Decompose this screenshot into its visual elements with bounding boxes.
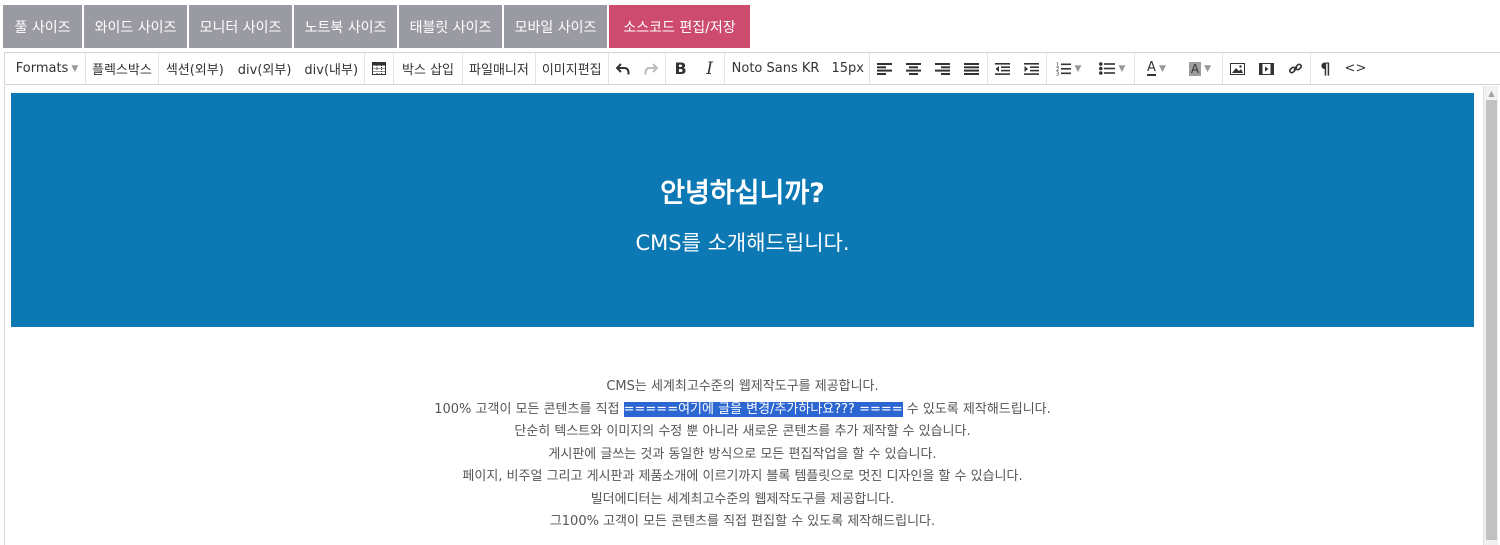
- redo-icon[interactable]: [637, 53, 665, 84]
- content-line: 빌더에디터는 세계최고수준의 웹제작도구를 제공합니다.: [590, 491, 895, 507]
- content-line: 100% 고객이 모든 콘텐츠를 직접 =====여기에 글을 변경/추가하나요…: [11, 399, 1474, 422]
- undo-icon[interactable]: [609, 53, 637, 84]
- table-icon[interactable]: [365, 53, 393, 84]
- section-outer-button[interactable]: 섹션(외부): [159, 53, 231, 84]
- div-outer-button[interactable]: div(외부): [231, 53, 299, 84]
- formats-label: Formats: [15, 61, 69, 76]
- tab-monitor-size[interactable]: 모니터 사이즈: [189, 5, 292, 48]
- bold-button[interactable]: B: [666, 53, 696, 84]
- image-icon[interactable]: [1223, 53, 1252, 84]
- scroll-up-arrow-icon[interactable]: ▲: [1484, 86, 1499, 100]
- content-paragraph[interactable]: CMS는 세계최고수준의 웹제작도구를 제공합니다. 100% 고객이 모든 콘…: [11, 376, 1474, 534]
- font-family-select[interactable]: Noto Sans KR: [725, 53, 827, 84]
- image-edit-button[interactable]: 이미지편집: [536, 53, 608, 84]
- tab-notebook-size[interactable]: 노트북 사이즈: [294, 5, 397, 48]
- scrollbar-thumb[interactable]: [1486, 100, 1497, 540]
- div-inner-button[interactable]: div(내부): [298, 53, 364, 84]
- content-line: 게시판에 글쓰는 것과 동일한 방식으로 모든 편집작업을 할 수 있습니다.: [548, 446, 937, 462]
- content-line: CMS는 세계최고수준의 웹제작도구를 제공합니다.: [606, 379, 879, 394]
- chevron-down-icon: ▼: [1204, 63, 1212, 74]
- svg-text:3: 3: [1056, 71, 1059, 76]
- outdent-icon[interactable]: [988, 53, 1017, 84]
- paragraph-mark-icon[interactable]: ¶: [1311, 53, 1340, 84]
- align-center-icon[interactable]: [899, 53, 928, 84]
- indent-icon[interactable]: [1017, 53, 1046, 84]
- content-line: 페이지, 비주얼 그리고 게시판과 제품소개에 이르기까지 블록 템플릿으로 멋…: [462, 469, 1023, 484]
- file-manager-button[interactable]: 파일매니저: [463, 53, 535, 84]
- formats-dropdown[interactable]: Formats ▼: [9, 53, 85, 84]
- text-color-icon: A: [1147, 60, 1156, 76]
- content-text: 100% 고객이 모든 콘텐츠를 직접: [434, 401, 624, 417]
- numbered-list-icon[interactable]: 123 ▼: [1047, 53, 1091, 84]
- vertical-scrollbar[interactable]: ▲: [1483, 86, 1498, 545]
- align-left-icon[interactable]: [870, 53, 899, 84]
- tab-full-size[interactable]: 풀 사이즈: [3, 5, 82, 48]
- content-text: 수 있도록 제작해드립니다.: [902, 401, 1051, 417]
- video-icon[interactable]: [1252, 53, 1281, 84]
- hero-banner: 안녕하십니까? CMS를 소개해드립니다.: [11, 93, 1474, 327]
- chevron-down-icon: ▼: [1118, 63, 1126, 74]
- italic-button[interactable]: I: [696, 53, 724, 84]
- chevron-down-icon: ▼: [71, 63, 79, 74]
- tab-mobile-size[interactable]: 모바일 사이즈: [504, 5, 607, 48]
- size-tabs: 풀 사이즈 와이드 사이즈 모니터 사이즈 노트북 사이즈 태블릿 사이즈 모바…: [3, 5, 750, 48]
- chevron-down-icon: ▼: [1074, 63, 1082, 74]
- editor-toolbar: Formats ▼ 플렉스박스 섹션(외부) div(외부) div(내부) 박스…: [4, 52, 1500, 85]
- selected-text: =====여기에 글을 변경/추가하나요??? ====: [623, 401, 903, 417]
- content-line: 단순히 텍스트와 이미지의 수정 뿐 아니라 새로운 콘텐츠를 추가 제작할 수…: [514, 424, 971, 439]
- banner-subtitle: CMS를 소개해드립니다.: [635, 231, 850, 255]
- box-insert-button[interactable]: 박스 삽입: [394, 53, 462, 84]
- text-color-button[interactable]: A ▼: [1135, 53, 1178, 84]
- align-right-icon[interactable]: [928, 53, 957, 84]
- tab-tablet-size[interactable]: 태블릿 사이즈: [399, 5, 502, 48]
- tab-source-code-edit-save[interactable]: 소스코드 편집/저장: [609, 5, 750, 48]
- background-color-button[interactable]: A ▼: [1178, 53, 1222, 84]
- banner-title: 안녕하십니까?: [660, 178, 825, 209]
- tab-wide-size[interactable]: 와이드 사이즈: [84, 5, 187, 48]
- content-line: 그100% 고객이 모든 콘텐츠를 직접 편집할 수 있도록 제작해드립니다.: [549, 514, 936, 529]
- flexbox-button[interactable]: 플렉스박스: [86, 53, 158, 84]
- font-size-select[interactable]: 15px: [826, 53, 869, 84]
- chevron-down-icon: ▼: [1158, 63, 1166, 74]
- bullet-list-icon[interactable]: ▼: [1091, 53, 1134, 84]
- background-color-icon: A: [1188, 61, 1202, 76]
- code-view-icon[interactable]: <>: [1340, 53, 1371, 84]
- link-icon[interactable]: [1281, 53, 1310, 84]
- align-justify-icon[interactable]: [957, 53, 987, 84]
